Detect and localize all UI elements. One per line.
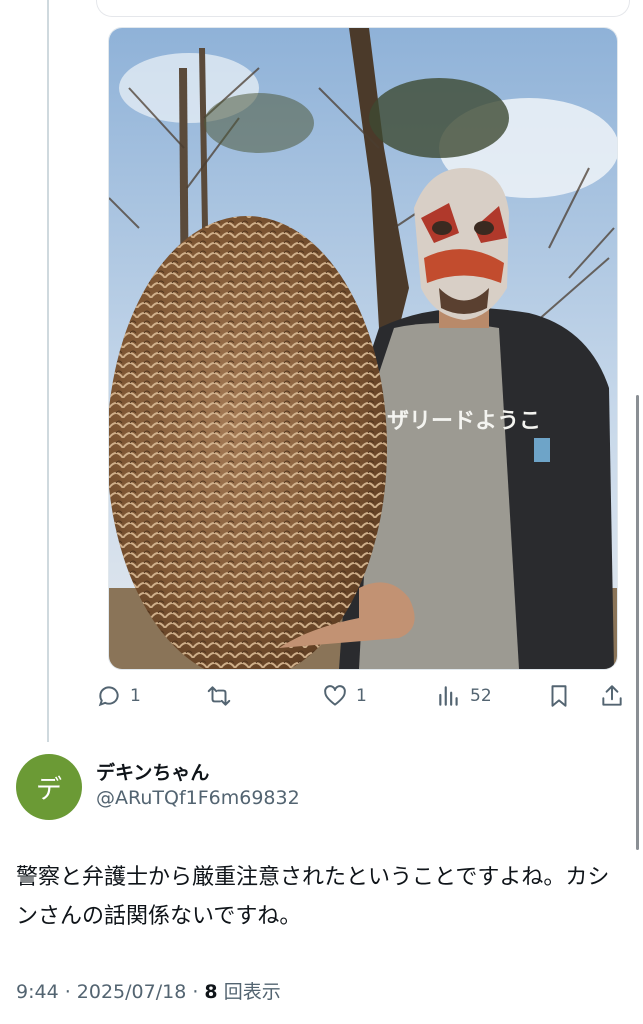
views-chart-icon [439,686,458,706]
like-count: 1 [356,686,367,706]
post-photo[interactable]: ザリードようこ [108,27,618,670]
views-count: 52 [470,686,492,706]
scrollbar[interactable] [636,395,639,850]
display-name[interactable]: デキンちゃん [96,758,209,785]
reply-count: 1 [130,686,141,706]
share-icon [602,685,622,706]
heart-icon [324,685,346,706]
bookmark-icon [551,685,567,707]
shirt-print: ザリードようこ [387,409,541,434]
quoted-card-bottom-edge [96,0,630,17]
avatar-initial: デ [35,774,62,805]
share-button[interactable] [599,676,625,716]
like-button[interactable]: 1 [322,676,367,716]
user-handle[interactable]: @ARuTQf1F6m69832 [96,787,300,809]
views-button[interactable]: 52 [436,676,492,716]
repost-icon [207,686,231,706]
views-total: 8 [204,981,218,1003]
photo-illustration: ザリードようこ [109,28,617,669]
avatar[interactable]: デ [16,754,82,820]
post-timestamp[interactable]: 9:44 · 2025/07/18 · [16,981,204,1003]
bookmark-button[interactable] [546,676,572,716]
post-action-bar: 1 1 52 [96,676,636,716]
repost-button[interactable] [206,676,240,716]
views-label: 回表示 [217,981,281,1003]
reply-icon [98,686,119,707]
post-meta: 9:44 · 2025/07/18 · 8 回表示 [16,977,281,1004]
reply-button[interactable]: 1 [96,676,141,716]
reply-text: 警察と弁護士から厳重注意されたということですよね。カシンさんの話関係ないですね。 [16,865,610,929]
thread-line [47,0,49,742]
